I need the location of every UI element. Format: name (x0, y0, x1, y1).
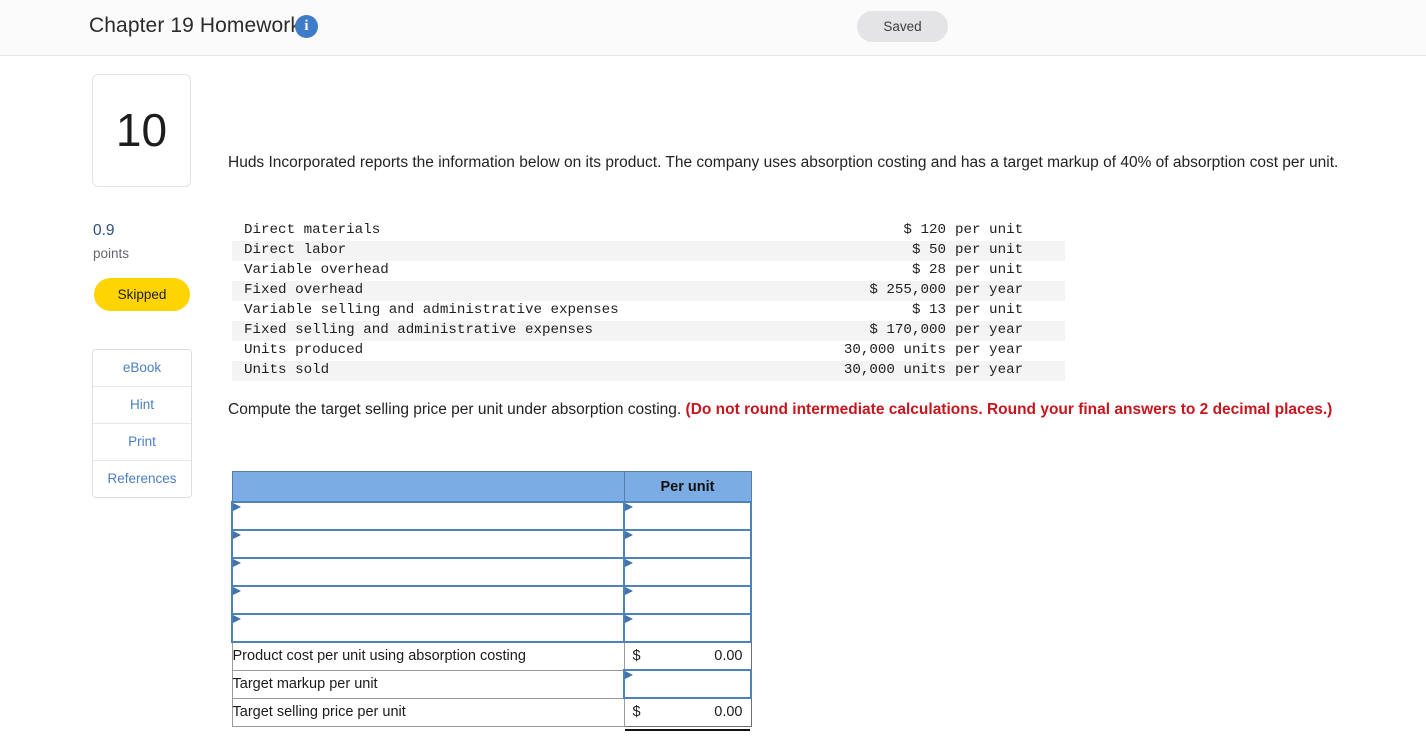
target-selling-price-value-cell: $ 0.00 (623, 697, 752, 727)
product-cost-label: Product cost per unit using absorption c… (231, 641, 625, 671)
answer-row-1-value-input[interactable] (623, 501, 752, 531)
product-cost-value: 0.00 (714, 648, 743, 664)
target-selling-price-label: Target selling price per unit (231, 697, 625, 727)
given-data-table: Direct materials $ 120 per unit Direct l… (232, 221, 1065, 381)
fact-amount: $ 50 (786, 241, 950, 261)
dropdown-triangle-icon (233, 503, 241, 511)
points-value: 0.9 (93, 222, 115, 239)
table-row: Target markup per unit (231, 669, 752, 699)
target-selling-price-value: 0.00 (714, 704, 743, 720)
product-cost-value-cell: $ 0.00 (623, 641, 752, 671)
fact-amount: $ 255,000 (786, 281, 950, 301)
dropdown-triangle-icon (625, 671, 633, 679)
fact-suffix: per year (950, 281, 1065, 301)
fact-label: Variable overhead (232, 261, 786, 281)
target-markup-label: Target markup per unit (231, 669, 625, 699)
table-row (231, 557, 752, 587)
table-row: Target selling price per unit $ 0.00 (231, 697, 752, 727)
table-row: Units produced 30,000 units per year (232, 341, 1065, 361)
answer-table-bottom-rule (625, 729, 750, 731)
table-row: Units sold 30,000 units per year (232, 361, 1065, 381)
fact-amount: $ 13 (786, 301, 950, 321)
fact-label: Units sold (232, 361, 786, 381)
answer-row-3-value-input[interactable] (623, 557, 752, 587)
table-row (231, 613, 752, 643)
answer-table-body: Product cost per unit using absorption c… (231, 501, 752, 727)
currency-symbol: $ (632, 704, 641, 720)
dropdown-triangle-icon (233, 559, 241, 567)
question-text: Compute the target selling price per uni… (228, 401, 682, 418)
table-row: Product cost per unit using absorption c… (231, 641, 752, 671)
fact-label: Variable selling and administrative expe… (232, 301, 786, 321)
question-number: 10 (115, 104, 168, 156)
fact-suffix: per year (950, 341, 1065, 361)
fact-amount: 30,000 units (786, 341, 950, 361)
fact-label: Units produced (232, 341, 786, 361)
hint-button[interactable]: Hint (93, 387, 191, 424)
answer-row-1-label-select[interactable] (231, 501, 625, 531)
fact-suffix: per unit (950, 241, 1065, 261)
table-row (231, 585, 752, 615)
print-button[interactable]: Print (93, 424, 191, 461)
fact-label: Fixed overhead (232, 281, 786, 301)
question-instruction: Compute the target selling price per uni… (228, 397, 1388, 422)
fact-suffix: per year (950, 361, 1065, 381)
fact-amount: $ 170,000 (786, 321, 950, 341)
currency-symbol: $ (632, 648, 641, 664)
skipped-badge[interactable]: Skipped (94, 278, 190, 311)
dropdown-triangle-icon (233, 587, 241, 595)
given-data-body: Direct materials $ 120 per unit Direct l… (232, 221, 1065, 381)
fact-label: Direct labor (232, 241, 786, 261)
fact-amount: $ 120 (786, 221, 950, 241)
top-bar: Chapter 19 Homework i Saved (0, 0, 1426, 56)
points-label: points (93, 246, 130, 261)
answer-row-4-label-select[interactable] (231, 585, 625, 615)
fact-suffix: per unit (950, 221, 1065, 241)
dropdown-triangle-icon (625, 559, 633, 567)
table-row: Fixed selling and administrative expense… (232, 321, 1065, 341)
answer-row-5-label-select[interactable] (231, 613, 625, 643)
answer-row-5-value-input[interactable] (623, 613, 752, 643)
answer-row-3-label-select[interactable] (231, 557, 625, 587)
answer-table: Per unit Product cost per unit using abs… (231, 471, 752, 727)
answer-header-per-unit: Per unit (623, 471, 752, 503)
answer-row-2-value-input[interactable] (623, 529, 752, 559)
question-number-box: 10 (92, 74, 191, 187)
answer-header-blank (231, 471, 625, 503)
table-row: Fixed overhead $ 255,000 per year (232, 281, 1065, 301)
problem-prompt: Huds Incorporated reports the informatio… (228, 154, 1339, 171)
table-row: Variable overhead $ 28 per unit (232, 261, 1065, 281)
answer-row-4-value-input[interactable] (623, 585, 752, 615)
dropdown-triangle-icon (233, 615, 241, 623)
dropdown-triangle-icon (625, 531, 633, 539)
ebook-button[interactable]: eBook (93, 350, 191, 387)
fact-label: Direct materials (232, 221, 786, 241)
status-badge: Saved (857, 11, 948, 42)
table-row (231, 529, 752, 559)
dropdown-triangle-icon (625, 587, 633, 595)
info-icon[interactable]: i (295, 15, 318, 38)
target-markup-input[interactable] (623, 669, 752, 699)
answer-table-head: Per unit (231, 471, 752, 503)
dropdown-triangle-icon (625, 503, 633, 511)
table-row: Per unit (231, 471, 752, 503)
question-emphasis: (Do not round intermediate calculations.… (685, 401, 1333, 418)
fact-suffix: per unit (950, 261, 1065, 281)
fact-amount: $ 28 (786, 261, 950, 281)
table-row: Direct materials $ 120 per unit (232, 221, 1065, 241)
page-title: Chapter 19 Homework (89, 14, 301, 37)
table-row: Variable selling and administrative expe… (232, 301, 1065, 321)
references-button[interactable]: References (93, 461, 191, 497)
tool-button-group: eBook Hint Print References (92, 349, 192, 498)
fact-suffix: per year (950, 321, 1065, 341)
fact-label: Fixed selling and administrative expense… (232, 321, 786, 341)
table-row: Direct labor $ 50 per unit (232, 241, 1065, 261)
fact-suffix: per unit (950, 301, 1065, 321)
fact-amount: 30,000 units (786, 361, 950, 381)
table-row (231, 501, 752, 531)
dropdown-triangle-icon (233, 531, 241, 539)
dropdown-triangle-icon (625, 615, 633, 623)
answer-row-2-label-select[interactable] (231, 529, 625, 559)
